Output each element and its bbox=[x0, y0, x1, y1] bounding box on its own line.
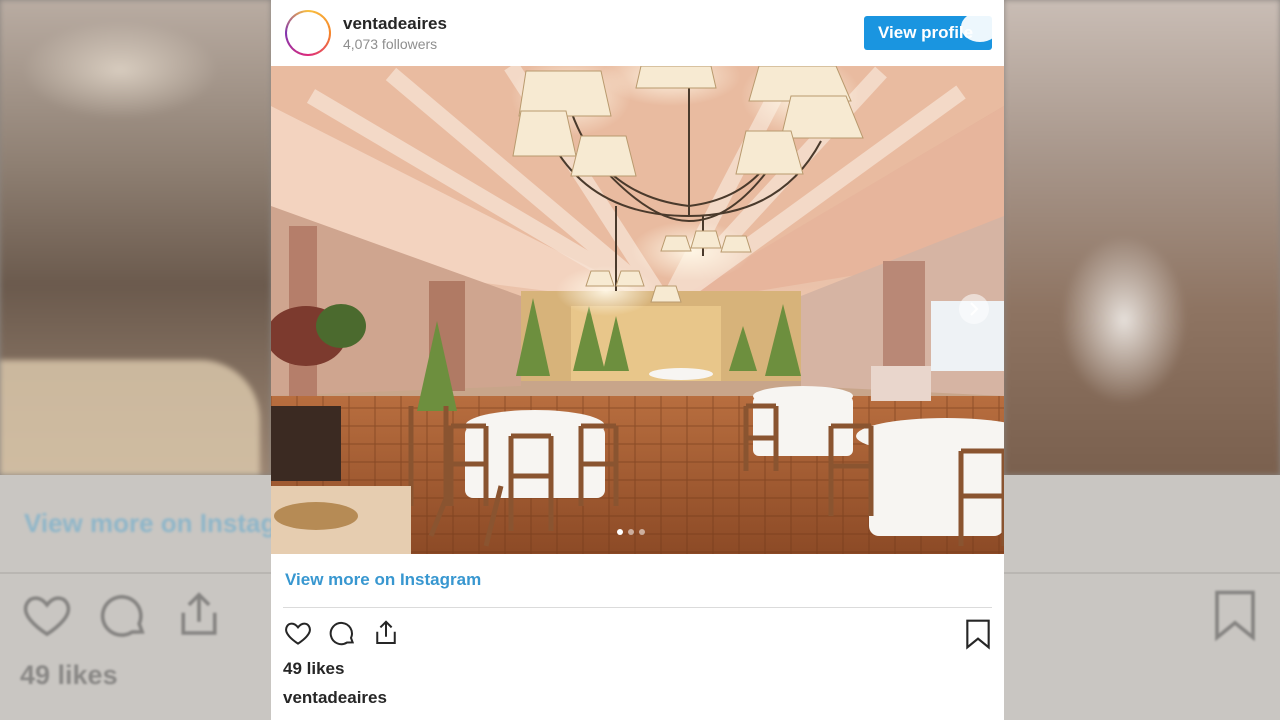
chevron-right-icon bbox=[970, 302, 979, 316]
background-action-icons bbox=[20, 588, 226, 642]
avatar[interactable] bbox=[285, 10, 331, 56]
background-photo-left bbox=[0, 0, 271, 475]
view-more-link[interactable]: View more on Instagram bbox=[285, 570, 481, 590]
background-photo-right bbox=[1004, 0, 1280, 475]
share-icon bbox=[181, 592, 217, 635]
bookmark-icon[interactable] bbox=[964, 618, 992, 650]
comment-icon[interactable] bbox=[327, 618, 357, 648]
caption-username[interactable]: ventadeaires bbox=[283, 688, 387, 708]
heart-icon bbox=[23, 596, 71, 637]
user-info: ventadeaires 4,073 followers bbox=[343, 14, 447, 53]
background-likes-text: 49 likes bbox=[20, 660, 118, 690]
carousel-dot[interactable] bbox=[628, 529, 634, 535]
carousel-dot[interactable] bbox=[617, 529, 623, 535]
restaurant-interior-image bbox=[271, 66, 1004, 554]
comment-icon bbox=[100, 595, 145, 637]
background-divider bbox=[0, 572, 271, 574]
share-icon[interactable] bbox=[371, 618, 401, 648]
heart-icon[interactable] bbox=[283, 618, 313, 648]
username[interactable]: ventadeaires bbox=[343, 14, 447, 34]
action-bar bbox=[283, 618, 401, 648]
watermark-logo bbox=[961, 12, 999, 42]
carousel-next-button[interactable] bbox=[959, 294, 989, 324]
carousel-indicator bbox=[617, 529, 645, 535]
follower-count: 4,073 followers bbox=[343, 35, 438, 52]
divider bbox=[283, 607, 992, 608]
background-divider bbox=[1004, 572, 1280, 574]
background-bookmark-icon bbox=[1212, 588, 1258, 647]
like-count[interactable]: 49 likes bbox=[283, 659, 344, 679]
instagram-embed: ventadeaires 4,073 followers View profil… bbox=[271, 0, 1004, 720]
post-photo[interactable] bbox=[271, 66, 1004, 554]
post-header: ventadeaires 4,073 followers View profil… bbox=[271, 0, 1004, 66]
carousel-dot[interactable] bbox=[639, 529, 645, 535]
